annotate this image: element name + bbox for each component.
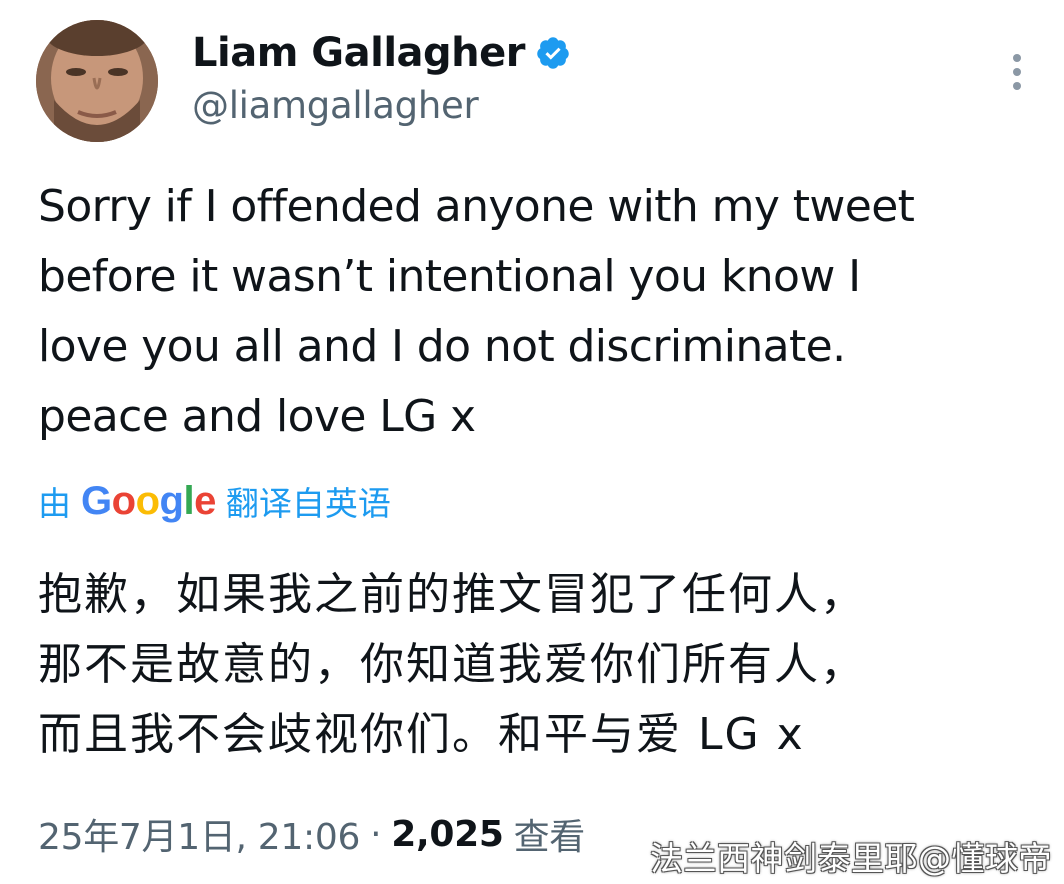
verified-badge-icon — [537, 37, 569, 69]
author-name-row: Liam Gallagher — [192, 28, 571, 78]
avatar[interactable] — [36, 20, 158, 142]
avatar-image — [36, 20, 158, 142]
translation-prefix: 由 — [38, 484, 71, 523]
tweet-meta: 25年7月1日, 21:06 · 2,025 查看 — [38, 806, 585, 862]
meta-separator: · — [370, 813, 382, 855]
watermark: 法兰西神剑泰里耶@懂球帝 — [650, 839, 1052, 878]
views-label: 查看 — [513, 817, 586, 858]
view-count: 2,025 — [391, 813, 504, 855]
tweet-text: Sorry if I offended anyone with my tweet… — [38, 181, 915, 442]
translation-suffix: 翻译自英语 — [225, 484, 391, 523]
author-handle[interactable]: @liamgallagher — [192, 84, 479, 127]
more-options-icon[interactable] — [1004, 52, 1030, 92]
author-name[interactable]: Liam Gallagher — [192, 30, 526, 76]
tweet-timestamp[interactable]: 25年7月1日, 21:06 — [38, 808, 360, 860]
translation-attribution[interactable]: 由 Google 翻译自英语 — [38, 476, 391, 526]
google-logo: Google — [81, 478, 216, 523]
translated-text: 抱歉，如果我之前的推文冒犯了任何人， 那不是故意的，你知道我爱你们所有人， 而且… — [38, 569, 866, 760]
